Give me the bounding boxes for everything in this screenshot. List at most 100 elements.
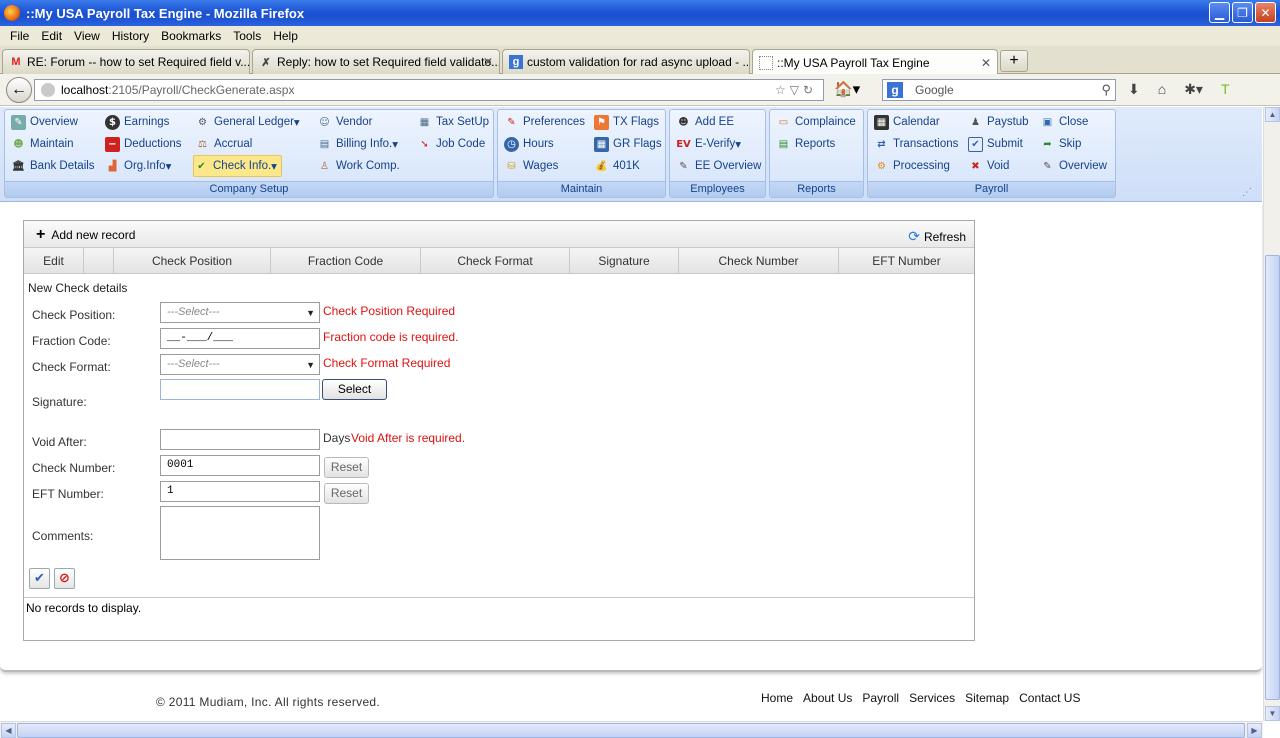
ribbon-work-comp[interactable]: ♙ Work Comp.: [317, 156, 400, 176]
ribbon-transactions[interactable]: ⇄ Transactions: [874, 134, 958, 154]
column-header-check-number[interactable]: Check Number: [679, 248, 839, 274]
scroll-left-icon[interactable]: ◀: [1, 723, 16, 738]
void-after-input[interactable]: [160, 429, 320, 450]
tab-payroll-engine[interactable]: ::My USA Payroll Tax Engine ✕: [752, 49, 998, 75]
horizontal-scrollbar[interactable]: ◀ ▶: [0, 721, 1263, 738]
ribbon-wages[interactable]: ⛁ Wages: [504, 156, 558, 176]
add-new-record-button[interactable]: + Add new record: [36, 227, 135, 243]
check-format-select[interactable]: ---Select--- ▼: [160, 354, 320, 375]
check-number-reset-button[interactable]: Reset: [324, 457, 369, 478]
ribbon-check-info[interactable]: ✔ Check Info. ▾: [193, 155, 282, 177]
scroll-thumb[interactable]: [1265, 255, 1280, 700]
signature-select-button[interactable]: Select: [322, 379, 387, 400]
close-tab-icon[interactable]: ✕: [483, 55, 493, 69]
scroll-thumb[interactable]: [17, 723, 1245, 738]
refresh-button[interactable]: ⟳ Refresh: [908, 228, 966, 245]
cancel-icon[interactable]: ⊘: [54, 568, 75, 589]
addon-t-icon[interactable]: T: [1221, 81, 1230, 98]
ribbon-skip[interactable]: ➦ Skip: [1040, 134, 1081, 154]
ribbon-org-info[interactable]: ▟ Org.Info ▾: [105, 156, 172, 176]
signature-input[interactable]: [160, 379, 320, 400]
check-number-input[interactable]: 0001: [160, 455, 320, 476]
footer-link-sitemap[interactable]: Sitemap: [965, 691, 1009, 705]
ribbon-payroll-overview[interactable]: ✎ Overview: [1040, 156, 1107, 176]
ribbon-ee-overview[interactable]: ✎ EE Overview: [676, 156, 761, 176]
close-window-button[interactable]: ✕: [1255, 2, 1276, 23]
tab-google-search[interactable]: g custom validation for rad async upload…: [502, 49, 750, 74]
ribbon-paystub[interactable]: ♟ Paystub: [968, 112, 1029, 132]
ribbon-401k[interactable]: 💰 401K: [594, 156, 640, 176]
search-icon[interactable]: ⚲: [1101, 82, 1111, 98]
column-header-check-format[interactable]: Check Format: [421, 248, 570, 274]
ribbon-tx-flags[interactable]: ⚑ TX Flags: [594, 112, 659, 132]
footer-link-services[interactable]: Services: [909, 691, 955, 705]
ribbon-void[interactable]: ✖ Void: [968, 156, 1009, 176]
column-header-check-position[interactable]: Check Position: [114, 248, 271, 274]
menu-help[interactable]: Help: [267, 29, 304, 43]
close-tab-icon[interactable]: ✕: [981, 56, 991, 70]
addon-icon[interactable]: ✱▾: [1184, 81, 1203, 98]
vertical-scrollbar[interactable]: ▲ ▼: [1263, 107, 1280, 721]
ribbon-gr-flags[interactable]: ▦ GR Flags: [594, 134, 662, 154]
scroll-up-icon[interactable]: ▲: [1265, 107, 1280, 122]
close-period-icon: ▣: [1042, 116, 1053, 128]
ribbon-earnings[interactable]: $ Earnings: [105, 112, 169, 132]
ribbon-billing-info[interactable]: ▤ Billing Info. ▾: [317, 134, 398, 154]
footer-link-payroll[interactable]: Payroll: [862, 691, 899, 705]
ribbon-accrual[interactable]: ⚖ Accrual: [195, 134, 252, 154]
menu-bookmarks[interactable]: Bookmarks: [155, 29, 227, 43]
back-button[interactable]: ←: [6, 77, 32, 103]
new-tab-button[interactable]: +: [1000, 50, 1028, 72]
ribbon-submit[interactable]: ✔ Submit: [968, 134, 1023, 154]
footer-link-contact-us[interactable]: Contact US: [1019, 691, 1080, 705]
check-position-select[interactable]: ---Select--- ▼: [160, 302, 320, 323]
insert-check-icon[interactable]: ✔: [29, 568, 50, 589]
tab-gmail[interactable]: M RE: Forum -- how to set Required field…: [2, 49, 250, 74]
menu-view[interactable]: View: [68, 29, 106, 43]
ribbon-maintain[interactable]: ☻ Maintain: [11, 134, 73, 154]
ribbon-e-verify[interactable]: EV E-Verify ▾: [676, 134, 741, 154]
ribbon-bank-details[interactable]: 🏛 Bank Details: [11, 156, 94, 176]
ribbon-deductions[interactable]: − Deductions: [105, 134, 182, 154]
eft-number-input[interactable]: 1: [160, 481, 320, 502]
comments-textarea[interactable]: [160, 506, 320, 560]
footer-link-home[interactable]: Home: [761, 691, 793, 705]
download-icon[interactable]: ⬇: [1128, 81, 1140, 98]
ribbon-calendar[interactable]: ▦ Calendar: [874, 112, 940, 132]
resize-grip-icon[interactable]: ⋰: [1242, 187, 1252, 198]
ribbon-reports[interactable]: ▤ Reports: [776, 134, 836, 154]
ribbon-job-code[interactable]: ➘ Job Code: [417, 134, 485, 154]
column-header-fraction-code[interactable]: Fraction Code: [271, 248, 421, 274]
eft-number-reset-button[interactable]: Reset: [324, 483, 369, 504]
column-header-eft-number[interactable]: EFT Number: [839, 248, 974, 274]
ribbon-preferences[interactable]: ✎ Preferences: [504, 112, 585, 132]
column-header-signature[interactable]: Signature: [570, 248, 679, 274]
search-bar[interactable]: g Google ⚲: [882, 79, 1116, 101]
scroll-right-icon[interactable]: ▶: [1247, 723, 1262, 738]
ribbon-overview[interactable]: ✎ Overview: [11, 112, 78, 132]
fraction-code-input[interactable]: __-___/___: [160, 328, 320, 349]
ribbon-general-ledger[interactable]: ⚙ General Ledger ▾: [195, 112, 300, 132]
bookmark-star-icon[interactable]: ☆▽↻: [775, 83, 817, 97]
menu-tools[interactable]: Tools: [227, 29, 267, 43]
footer-link-about-us[interactable]: About Us: [803, 691, 852, 705]
maximize-button[interactable]: ❐: [1232, 2, 1253, 23]
ribbon-processing[interactable]: ⚙ Processing: [874, 156, 950, 176]
menu-history[interactable]: History: [106, 29, 155, 43]
ribbon-close[interactable]: ▣ Close: [1040, 112, 1089, 132]
scroll-down-icon[interactable]: ▼: [1265, 706, 1280, 721]
url-bar[interactable]: localhost:2105/Payroll/CheckGenerate.asp…: [34, 79, 824, 101]
tab-forum-reply[interactable]: ✗ Reply: how to set Required field valid…: [252, 49, 500, 74]
home-icon[interactable]: ⌂: [1158, 81, 1166, 98]
menu-edit[interactable]: Edit: [35, 29, 68, 43]
ribbon-hours[interactable]: ◷ Hours: [504, 134, 554, 154]
void-after-label: Void After:: [32, 435, 87, 449]
ribbon-tax-setup[interactable]: ▦ Tax SetUp: [417, 112, 489, 132]
column-header-edit[interactable]: Edit: [24, 248, 84, 274]
ribbon-add-ee[interactable]: ☻ Add EE: [676, 112, 734, 132]
minimize-button[interactable]: ▁: [1209, 2, 1230, 23]
menu-file[interactable]: File: [4, 29, 35, 43]
ribbon-vendor[interactable]: ☺ Vendor: [317, 112, 372, 132]
ribbon-complaince[interactable]: ▭ Complaince: [776, 112, 856, 132]
home-icon[interactable]: 🏠▾: [834, 80, 860, 98]
